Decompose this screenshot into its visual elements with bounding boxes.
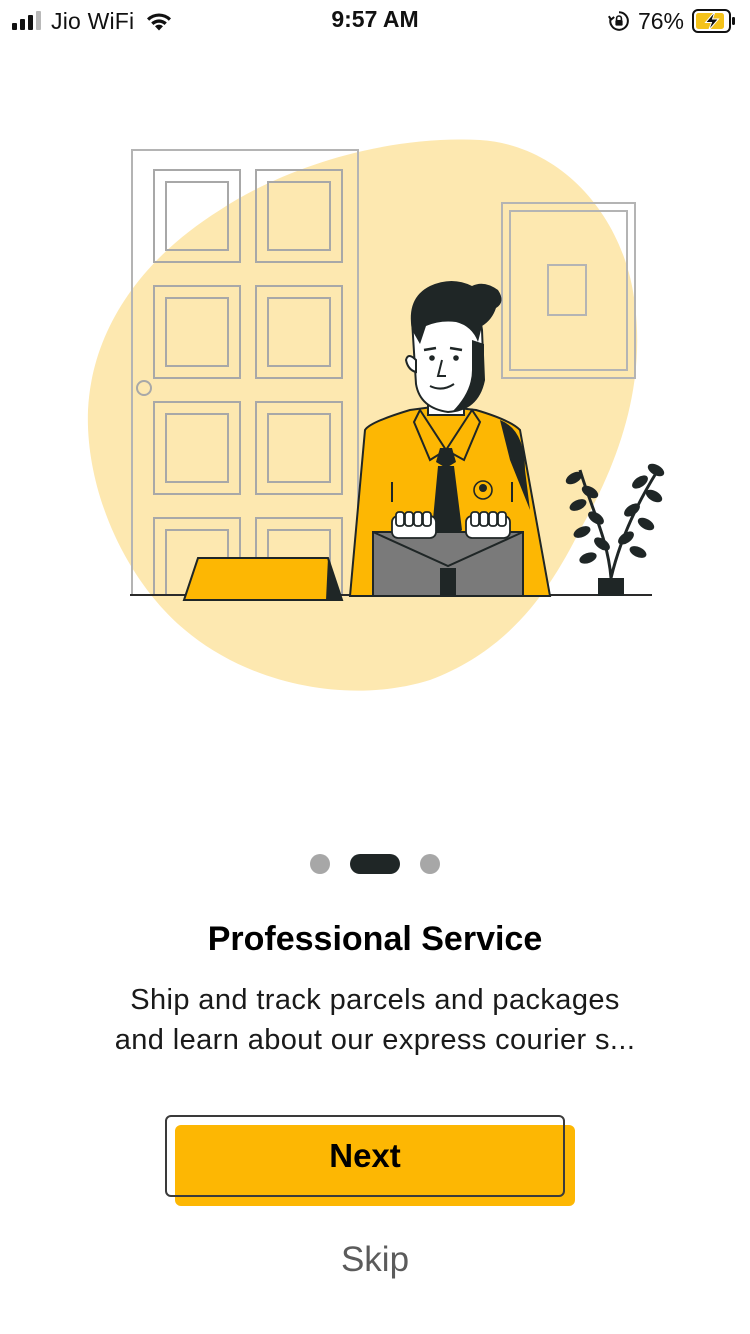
skip-link[interactable]: Skip [0, 1240, 750, 1280]
battery-charging-icon [692, 9, 735, 33]
blob-shape [87, 139, 638, 691]
description-line-2: and learn about our express courier s... [114, 1024, 636, 1056]
page-indicator [0, 854, 750, 874]
orientation-lock-icon [607, 11, 629, 31]
onboarding-description: Ship and track parcels and packages and … [55, 980, 695, 1060]
onboarding-title: Professional Service [207, 920, 543, 958]
description-line-1: Ship and track parcels and packages [130, 984, 620, 1016]
illustration-graphic [87, 139, 665, 691]
battery-percent: 76% [637, 7, 684, 34]
next-button-container: Next [165, 1115, 575, 1207]
page-dot-2-active[interactable] [350, 854, 400, 874]
status-right: 76% [607, 7, 736, 35]
page-dot-1[interactable] [310, 854, 330, 874]
next-button[interactable]: Next [165, 1115, 565, 1197]
status-bar: Jio WiFi 9:57 AM 76% [0, 0, 750, 42]
courier-illustration [80, 130, 680, 700]
page-dot-3[interactable] [420, 854, 440, 874]
